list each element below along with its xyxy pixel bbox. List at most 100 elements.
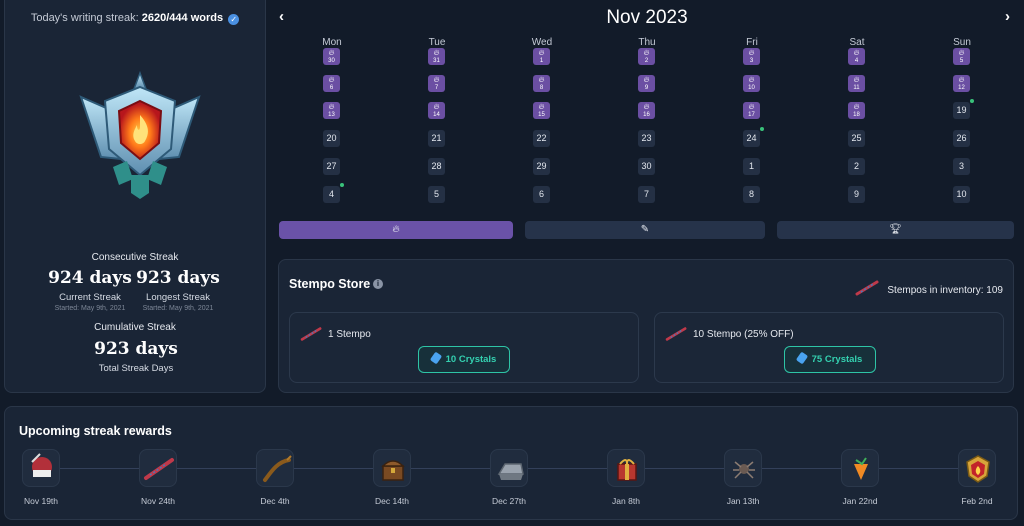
reward-item[interactable] xyxy=(958,449,996,487)
calendar-day[interactable]: 2 xyxy=(848,158,865,175)
calendar-day[interactable]: 21 xyxy=(428,130,445,147)
longest-streak-days: 923 days xyxy=(136,268,220,288)
calendar-day[interactable]: 26 xyxy=(953,130,970,147)
calendar-day-streak[interactable]: 🔥︎ 13 xyxy=(323,102,340,119)
streak-emblem-icon xyxy=(73,70,207,199)
reward-item[interactable] xyxy=(607,449,645,487)
day-number: 3 xyxy=(749,58,754,64)
day-number: 11 xyxy=(853,85,860,91)
flame-icon: 🔥︎ xyxy=(853,48,860,57)
branch-icon xyxy=(263,455,292,482)
reward-item[interactable] xyxy=(373,449,411,487)
calendar-day-streak[interactable]: 🔥︎ 11 xyxy=(848,75,865,92)
calendar-day-streak[interactable]: 🔥︎ 30 xyxy=(323,48,340,65)
reward-item[interactable] xyxy=(22,449,60,487)
calendar-day-streak[interactable]: 🔥︎ 10 xyxy=(743,75,760,92)
calendar-day[interactable]: 19 xyxy=(953,99,974,119)
flame-icon: 🔥︎ xyxy=(538,48,545,57)
buy-1-stempo-button[interactable]: 10 Crystals xyxy=(418,346,510,373)
reward-item[interactable] xyxy=(841,449,879,487)
flame-icon: 🔥︎ xyxy=(748,48,755,57)
calendar-day[interactable]: 25 xyxy=(848,130,865,147)
calendar-day[interactable]: 23 xyxy=(638,130,655,147)
calendar-day[interactable]: 1 xyxy=(743,158,760,175)
day-number: 12 xyxy=(958,85,965,91)
next-month-icon[interactable]: › xyxy=(1005,8,1010,25)
info-icon[interactable]: i xyxy=(373,279,383,289)
calendar-day[interactable]: 10 xyxy=(953,186,970,203)
day-number: 15 xyxy=(538,112,545,118)
calendar-day[interactable]: 20 xyxy=(323,130,340,147)
weekday-sat: Sat xyxy=(849,37,865,48)
calendar-day-streak[interactable]: 🔥︎ 7 xyxy=(428,75,445,92)
crystal-icon xyxy=(795,351,808,365)
calendar-day[interactable]: 4 xyxy=(323,183,344,203)
calendar-day-streak[interactable]: 🔥︎ 15 xyxy=(533,102,550,119)
flame-icon: 🔥︎ xyxy=(748,75,755,84)
day-number: 10 xyxy=(748,85,755,91)
buy-10-stempo-button[interactable]: 75 Crystals xyxy=(784,346,876,373)
calendar-day[interactable]: 27 xyxy=(323,158,340,175)
calendar-day[interactable]: 9 xyxy=(848,186,865,203)
weekday-thu: Thu xyxy=(638,37,656,48)
writing-mode-button[interactable]: ✎ xyxy=(525,221,765,239)
calendar-day[interactable]: 30 xyxy=(638,158,655,175)
reward-date: Dec 14th xyxy=(374,496,410,506)
reward-item[interactable] xyxy=(490,449,528,487)
reward-date: Nov 19th xyxy=(23,496,59,506)
store-title: Stempo Store xyxy=(289,277,371,291)
calendar-day-streak[interactable]: 🔥︎ 5 xyxy=(953,48,970,65)
calendar-day[interactable]: 7 xyxy=(638,186,655,203)
calendar-day-streak[interactable]: 🔥︎ 3 xyxy=(743,48,760,65)
flame-icon: 🔥︎ xyxy=(538,102,545,111)
flame-icon: 🔥︎ xyxy=(328,48,335,57)
gift-box-icon xyxy=(617,459,637,481)
calendar-day[interactable]: 22 xyxy=(533,130,550,147)
calendar-day[interactable]: 29 xyxy=(533,158,550,175)
calendar-day-streak[interactable]: 🔥︎ 31 xyxy=(428,48,445,65)
calendar-day-streak[interactable]: 🔥︎ 1 xyxy=(533,48,550,65)
calendar-day-streak[interactable]: 🔥︎ 12 xyxy=(953,75,970,92)
calendar-day[interactable]: 24 xyxy=(743,127,764,147)
keep-writing-badge-icon xyxy=(31,453,52,477)
day-number: 6 xyxy=(329,85,334,91)
flame-icon: 🔥︎ xyxy=(958,48,965,57)
day-number: 4 xyxy=(854,58,859,64)
cumulative-streak-label: Cumulative Streak xyxy=(94,322,176,333)
calendar-day-streak[interactable]: 🔥︎ 4 xyxy=(848,48,865,65)
flame-icon: 🔥︎ xyxy=(328,102,335,111)
activity-dot xyxy=(970,99,974,103)
day-number: 30 xyxy=(328,58,335,64)
day-number: 5 xyxy=(959,58,964,64)
achievements-mode-button[interactable]: 🏆︎ xyxy=(777,221,1014,239)
calendar-day-streak[interactable]: 🔥︎ 9 xyxy=(638,75,655,92)
calendar-day-streak[interactable]: 🔥︎ 6 xyxy=(323,75,340,92)
day-number: 2 xyxy=(644,58,649,64)
calendar-day[interactable]: 5 xyxy=(428,186,445,203)
total-streak-label: Total Streak Days xyxy=(98,363,174,374)
calendar-day-streak[interactable]: 🔥︎ 8 xyxy=(533,75,550,92)
weekday-wed: Wed xyxy=(531,37,553,48)
crystal-icon xyxy=(429,351,442,365)
calendar-day[interactable]: 8 xyxy=(743,186,760,203)
calendar-day-streak[interactable]: 🔥︎ 14 xyxy=(428,102,445,119)
reward-date: Jan 22nd xyxy=(842,496,878,506)
stempo-store-panel: Stempo Store i Stempos in inventory: 109… xyxy=(278,259,1014,393)
calendar-day-streak[interactable]: 🔥︎ 16 xyxy=(638,102,655,119)
calendar-day[interactable]: 6 xyxy=(533,186,550,203)
reward-item[interactable] xyxy=(256,449,294,487)
prev-month-icon[interactable]: ‹ xyxy=(279,8,284,25)
stempo-icon xyxy=(144,458,174,480)
weekday-mon: Mon xyxy=(322,37,342,48)
calendar-day-streak[interactable]: 🔥︎ 17 xyxy=(743,102,760,119)
reward-item[interactable] xyxy=(724,449,762,487)
crystal-icon xyxy=(854,457,868,480)
calendar-day-streak[interactable]: 🔥︎ 18 xyxy=(848,102,865,119)
calendar-day[interactable]: 28 xyxy=(428,158,445,175)
calendar-day[interactable]: 3 xyxy=(953,158,970,175)
reward-date: Feb 2nd xyxy=(961,496,993,506)
ingot-icon xyxy=(497,463,524,480)
calendar-day-streak[interactable]: 🔥︎ 2 xyxy=(638,48,655,65)
streak-mode-button[interactable]: 🔥︎ xyxy=(279,221,513,239)
reward-item[interactable] xyxy=(139,449,177,487)
